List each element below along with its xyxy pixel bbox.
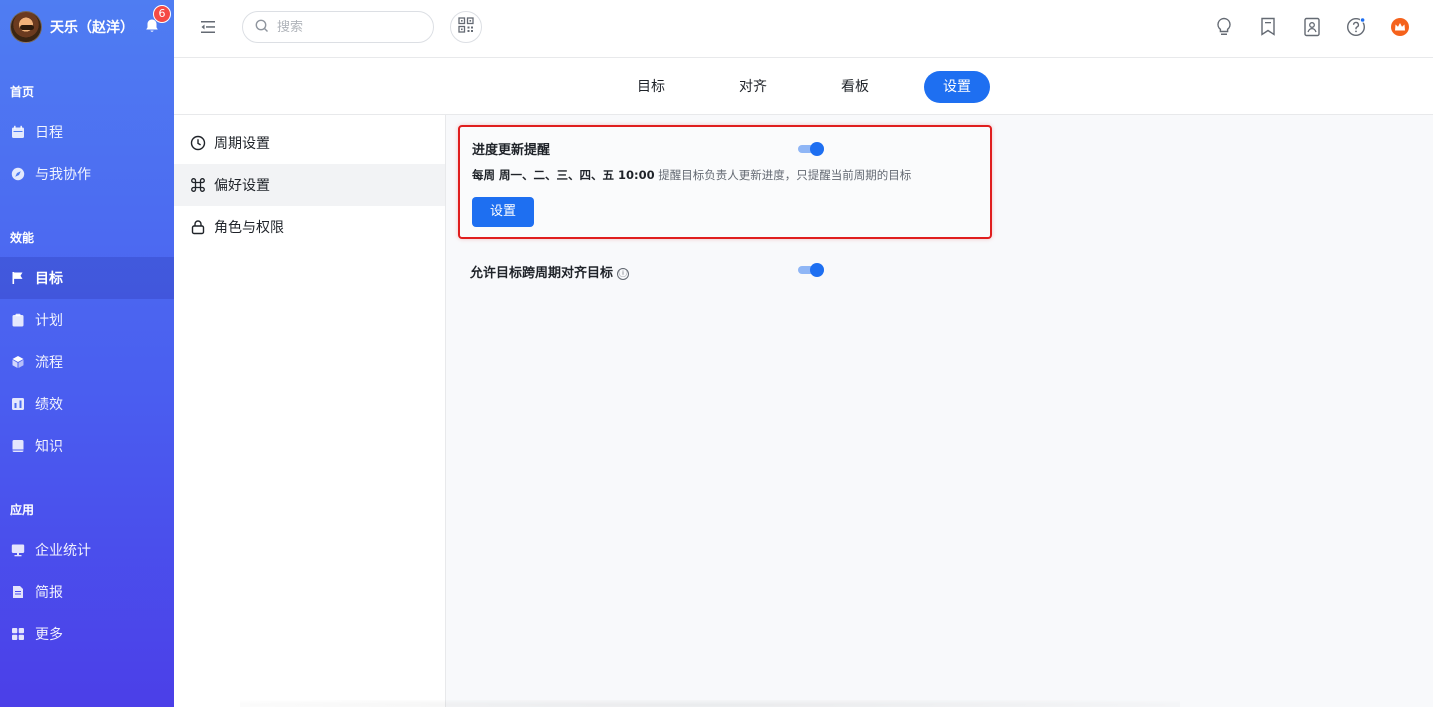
- sidebar-item-label: 绩效: [35, 397, 63, 413]
- reminder-settings-button[interactable]: 设置: [472, 197, 534, 227]
- chart-icon: [11, 397, 25, 411]
- compass-icon: [11, 167, 25, 181]
- sidebar-item-more[interactable]: 更多: [0, 613, 174, 655]
- contacts-icon[interactable]: [1302, 17, 1322, 37]
- section-label-home: 首页: [10, 85, 35, 99]
- toggle-knob: [810, 263, 824, 277]
- tab-goals[interactable]: 目标: [618, 71, 684, 103]
- reminder-schedule: 每周 周一、二、三、四、五 10:00: [472, 168, 655, 182]
- settings-menu-cycle[interactable]: 周期设置: [174, 122, 445, 164]
- sidebar-item-label: 简报: [35, 585, 63, 601]
- tab-board[interactable]: 看板: [822, 71, 888, 103]
- section-label-efficiency: 效能: [10, 231, 35, 245]
- cross-cycle-alignment-toggle[interactable]: [798, 263, 824, 277]
- book-icon: [11, 439, 25, 453]
- sidebar-item-label: 企业统计: [35, 543, 91, 559]
- sidebar-item-label: 目标: [35, 271, 63, 287]
- progress-reminder-description: 每周 周一、二、三、四、五 10:00 提醒目标负责人更新进度，只提醒当前周期的…: [472, 167, 911, 183]
- settings-menu-preferences[interactable]: 偏好设置: [174, 164, 445, 206]
- qr-code-button[interactable]: [450, 11, 482, 43]
- flag-icon: [11, 271, 25, 285]
- sidebar-item-briefing[interactable]: 简报: [0, 571, 174, 613]
- sidebar-item-performance[interactable]: 绩效: [0, 383, 174, 425]
- help-icon[interactable]: [1346, 17, 1366, 37]
- lock-icon: [190, 219, 206, 235]
- section-label-apps: 应用: [10, 503, 35, 517]
- collapse-menu-icon[interactable]: [199, 18, 217, 36]
- qr-code-icon: [458, 17, 474, 37]
- user-profile[interactable]: 天乐（赵洋）: [10, 11, 134, 43]
- lightbulb-icon[interactable]: [1214, 17, 1234, 37]
- tab-alignment[interactable]: 对齐: [720, 71, 786, 103]
- user-name[interactable]: 天乐（赵洋）: [50, 17, 134, 37]
- clock-icon: [190, 135, 206, 151]
- sidebar-item-label: 更多: [35, 627, 63, 643]
- settings-menu-label: 周期设置: [214, 136, 270, 152]
- tab-settings[interactable]: 设置: [924, 71, 990, 103]
- progress-reminder-toggle[interactable]: [798, 142, 824, 156]
- settings-menu-label: 角色与权限: [214, 220, 284, 236]
- sidebar-item-label: 流程: [35, 355, 63, 371]
- progress-reminder-title: 进度更新提醒: [472, 143, 551, 158]
- tab-bar: 目标 对齐 看板 设置: [174, 58, 1433, 115]
- sidebar-item-goals[interactable]: 目标: [0, 257, 174, 299]
- sidebar-item-collaborate[interactable]: 与我协作: [0, 153, 174, 195]
- document-icon: [11, 585, 25, 599]
- info-icon[interactable]: ⓘ: [617, 268, 630, 280]
- search-box[interactable]: [242, 11, 434, 43]
- notification-badge[interactable]: 6: [153, 5, 171, 23]
- sidebar: 天乐（赵洋） 6 首页 日程 与我协作 效能 目标 计划 流程 绩效 知识 应用…: [0, 0, 174, 707]
- sidebar-item-plan[interactable]: 计划: [0, 299, 174, 341]
- sidebar-item-enterprise-stats[interactable]: 企业统计: [0, 529, 174, 571]
- top-bar: [174, 0, 1433, 58]
- sidebar-item-schedule[interactable]: 日程: [0, 111, 174, 153]
- settings-menu-label: 偏好设置: [214, 178, 270, 194]
- cross-cycle-alignment-option: 允许目标跨周期对齐目标 ⓘ: [470, 262, 630, 281]
- sidebar-item-label: 知识: [35, 439, 63, 455]
- sidebar-item-knowledge[interactable]: 知识: [0, 425, 174, 467]
- bottom-shadow: [240, 700, 1180, 707]
- grid-icon: [11, 627, 25, 641]
- sidebar-item-process[interactable]: 流程: [0, 341, 174, 383]
- cube-icon: [11, 355, 25, 369]
- search-icon: [255, 18, 269, 37]
- monitor-icon: [11, 543, 25, 557]
- sidebar-item-label: 日程: [35, 125, 63, 141]
- cross-cycle-alignment-title: 允许目标跨周期对齐目标: [470, 266, 614, 281]
- toggle-knob: [810, 142, 824, 156]
- sidebar-item-label: 与我协作: [35, 167, 91, 183]
- crown-icon[interactable]: [1390, 17, 1410, 37]
- settings-content: 进度更新提醒 每周 周一、二、三、四、五 10:00 提醒目标负责人更新进度，只…: [446, 115, 1433, 707]
- search-input[interactable]: [277, 19, 417, 35]
- progress-reminder-card: 进度更新提醒 每周 周一、二、三、四、五 10:00 提醒目标负责人更新进度，只…: [458, 125, 992, 239]
- bookmark-icon[interactable]: [1258, 17, 1278, 37]
- settings-menu: 周期设置 偏好设置 角色与权限: [174, 115, 446, 707]
- settings-menu-roles[interactable]: 角色与权限: [174, 206, 445, 248]
- clipboard-icon: [11, 313, 25, 327]
- calendar-icon: [11, 125, 25, 139]
- command-icon: [190, 177, 206, 193]
- avatar[interactable]: [10, 11, 42, 43]
- sidebar-item-label: 计划: [35, 313, 63, 329]
- reminder-description-text: 提醒目标负责人更新进度，只提醒当前周期的目标: [658, 168, 912, 182]
